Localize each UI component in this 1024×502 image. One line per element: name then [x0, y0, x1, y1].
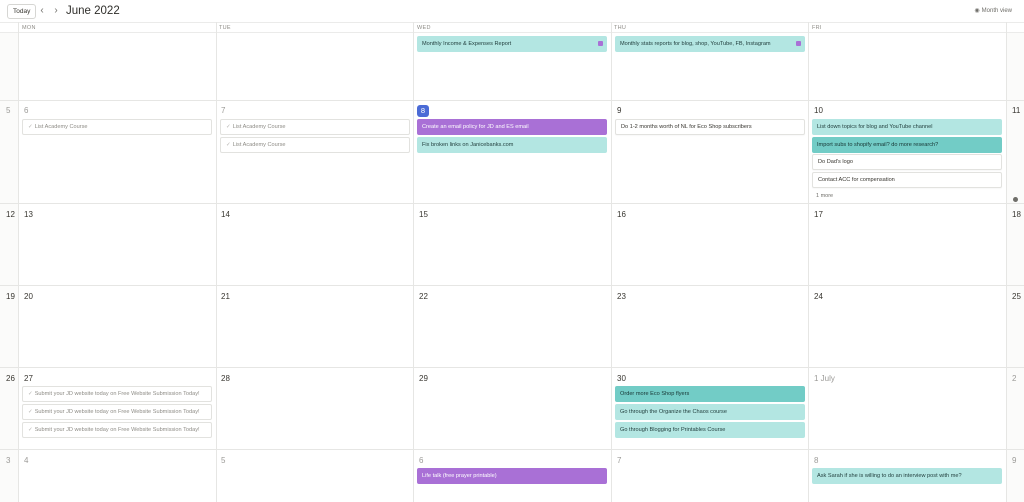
day-number: 22: [419, 292, 428, 301]
calendar-toolbar: Today ‹ › June 2022 ◉ Month view: [0, 0, 1024, 22]
today-button[interactable]: Today: [7, 4, 37, 19]
day-number: 12: [6, 210, 15, 219]
event-card[interactable]: Order more Eco Shop flyers: [615, 386, 805, 402]
day-number: 30: [617, 374, 626, 383]
dot-icon: [1013, 197, 1018, 202]
task-card[interactable]: ✓ List Academy Course: [220, 137, 410, 153]
task-title: Submit your JD website today on Free Web…: [34, 391, 200, 397]
day-number: 6: [24, 106, 29, 115]
day-number: 11: [1012, 106, 1021, 115]
check-icon: ✓: [28, 409, 33, 415]
view-label: Month view: [981, 8, 1012, 14]
tag-square-icon: [796, 41, 801, 46]
task-card[interactable]: ✓ Submit your JD website today on Free We…: [22, 386, 212, 402]
task-card[interactable]: ✓ List Academy Course: [220, 119, 410, 135]
view-switcher[interactable]: ◉ Month view: [974, 7, 1012, 16]
event-card[interactable]: Monthly Income & Expenses Report: [417, 36, 607, 52]
day-number: 8: [814, 456, 819, 465]
task-title: Submit your JD website today on Free Web…: [34, 409, 200, 415]
day-number: 25: [1012, 292, 1021, 301]
day-number: 5: [6, 106, 11, 115]
check-icon: ✓: [28, 124, 33, 130]
day-number: 10: [814, 106, 823, 115]
day-number: 14: [221, 210, 230, 219]
day-number: 13: [24, 210, 33, 219]
event-card[interactable]: Life talk (free prayer printable): [417, 468, 607, 484]
more-events-link[interactable]: 1 more: [816, 192, 833, 200]
day-number: 9: [617, 106, 622, 115]
day-number: 9: [1012, 456, 1017, 465]
event-card[interactable]: Do 1-2 months worth of NL for Eco Shop s…: [615, 119, 805, 135]
task-title: List Academy Course: [232, 142, 286, 148]
weekday-fri: FRI: [812, 25, 822, 31]
today-day-number: 8: [417, 105, 429, 117]
day-number: 2: [1012, 374, 1017, 383]
task-card[interactable]: ✓ List Academy Course: [22, 119, 212, 135]
day-number: 20: [24, 292, 33, 301]
day-number: 4: [24, 456, 29, 465]
weekday-tue: TUE: [219, 25, 231, 31]
day-number: 3: [6, 456, 11, 465]
check-icon: ✓: [226, 142, 231, 148]
day-number: 7: [221, 106, 226, 115]
event-card[interactable]: List down topics for blog and YouTube ch…: [812, 119, 1002, 135]
event-card[interactable]: Go through the Organize the Chaos course: [615, 404, 805, 420]
day-number: 21: [221, 292, 230, 301]
week-row-4: [0, 286, 1024, 368]
task-title: List Academy Course: [232, 124, 286, 130]
day-number: 18: [1012, 210, 1021, 219]
event-card[interactable]: Contact ACC for compensation: [812, 172, 1002, 188]
weekday-header: MON TUE WED THU FRI: [0, 22, 1024, 33]
month-title: June 2022: [66, 5, 120, 17]
task-card[interactable]: ✓ Submit your JD website today on Free We…: [22, 422, 212, 438]
check-icon: ✓: [28, 427, 33, 433]
day-number: 1 July: [814, 374, 835, 383]
day-number: 6: [419, 456, 424, 465]
event-card[interactable]: Go through Blogging for Printables Cours…: [615, 422, 805, 438]
event-title: Monthly stats reports for blog, shop, Yo…: [620, 41, 771, 47]
weekday-wed: WED: [417, 25, 431, 31]
event-card[interactable]: Do Dad's logo: [812, 154, 1002, 170]
event-card[interactable]: Monthly stats reports for blog, shop, Yo…: [615, 36, 805, 52]
chevron-right-icon[interactable]: ›: [50, 4, 62, 18]
day-number: 17: [814, 210, 823, 219]
day-number: 28: [221, 374, 230, 383]
day-number: 19: [6, 292, 15, 301]
event-card[interactable]: Import subs to shopify email? do more re…: [812, 137, 1002, 153]
day-number: 7: [617, 456, 622, 465]
day-number: 24: [814, 292, 823, 301]
event-card[interactable]: Fix broken links on Janicebanks.com: [417, 137, 607, 153]
week-row-3: [0, 204, 1024, 286]
day-number: 29: [419, 374, 428, 383]
day-number: 15: [419, 210, 428, 219]
task-title: Submit your JD website today on Free Web…: [34, 427, 200, 433]
check-icon: ✓: [226, 124, 231, 130]
chevron-left-icon[interactable]: ‹: [36, 4, 48, 18]
eye-icon: ◉: [974, 8, 980, 14]
event-card[interactable]: Ask Sarah if she is willing to do an int…: [812, 468, 1002, 484]
event-title: Monthly Income & Expenses Report: [422, 41, 512, 47]
event-card[interactable]: Create an email policy for JD and ES ema…: [417, 119, 607, 135]
day-number: 5: [221, 456, 226, 465]
check-icon: ✓: [28, 391, 33, 397]
tag-square-icon: [598, 41, 603, 46]
day-number: 23: [617, 292, 626, 301]
weekday-mon: MON: [22, 25, 36, 31]
day-number: 27: [24, 374, 33, 383]
day-number: 16: [617, 210, 626, 219]
day-number: 26: [6, 374, 15, 383]
weekday-thu: THU: [614, 25, 627, 31]
task-title: List Academy Course: [34, 124, 88, 130]
task-card[interactable]: ✓ Submit your JD website today on Free We…: [22, 404, 212, 420]
